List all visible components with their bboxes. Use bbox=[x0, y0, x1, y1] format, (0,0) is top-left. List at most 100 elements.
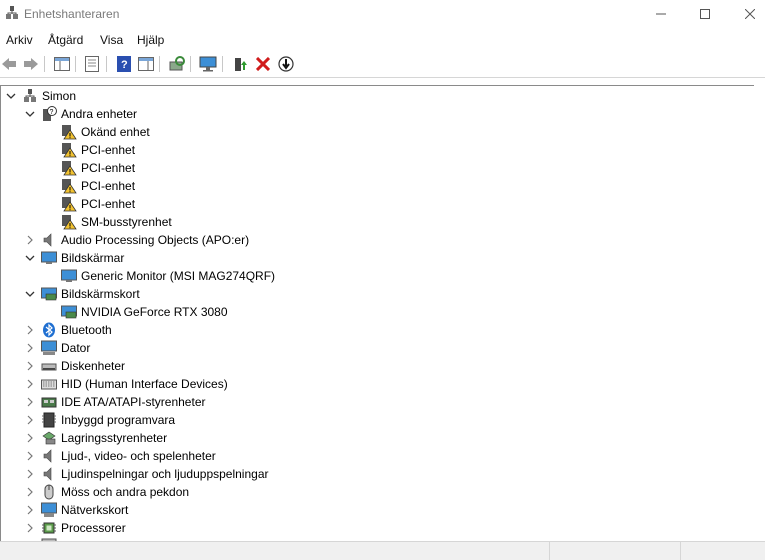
tree-node-label: HID (Human Interface Devices) bbox=[61, 377, 228, 391]
chevron-right-icon[interactable] bbox=[25, 321, 35, 339]
tree-leaf-label: Generic Monitor (MSI MAG274QRF) bbox=[81, 269, 276, 283]
tree-leaf-pci-enhet[interactable]: PCI-enhet bbox=[61, 159, 135, 177]
menu-visa[interactable]: Visa bbox=[100, 33, 123, 47]
chevron-right-icon[interactable] bbox=[25, 519, 35, 537]
hid-icon bbox=[41, 376, 57, 392]
disable-device-button[interactable] bbox=[277, 55, 295, 73]
tree-root[interactable]: Simon bbox=[6, 87, 76, 105]
action-pane-button[interactable] bbox=[137, 55, 155, 73]
device-tree[interactable]: Simon ? Andra enheter Okänd enhet PCI-en… bbox=[0, 85, 755, 541]
menu-atgard[interactable]: Åtgärd bbox=[48, 33, 83, 47]
chevron-down-icon[interactable] bbox=[25, 249, 35, 267]
tree-leaf-nvidia-geforce[interactable]: NVIDIA GeForce RTX 3080 bbox=[61, 303, 228, 321]
tree-leaf-pci-enhet[interactable]: PCI-enhet bbox=[61, 177, 135, 195]
tree-node-andra-enheter[interactable]: ? Andra enheter bbox=[25, 105, 137, 123]
speaker-icon bbox=[41, 466, 57, 482]
tree-leaf-sm-busstyrenhet[interactable]: SM-busstyrenhet bbox=[61, 213, 172, 231]
tree-node-label: Ljud-, video- och spelenheter bbox=[61, 449, 216, 463]
tree-node-ljud-video-spel[interactable]: Ljud-, video- och spelenheter bbox=[25, 447, 216, 465]
back-arrow-icon bbox=[2, 58, 16, 70]
tree-node-bildskarmskort[interactable]: Bildskärmskort bbox=[25, 285, 140, 303]
scan-hardware-button[interactable] bbox=[168, 55, 186, 73]
chevron-right-icon[interactable] bbox=[25, 357, 35, 375]
close-icon bbox=[745, 9, 755, 19]
tree-leaf-pci-enhet[interactable]: PCI-enhet bbox=[61, 195, 135, 213]
tree-leaf-pci-enhet[interactable]: PCI-enhet bbox=[61, 141, 135, 159]
minimize-button[interactable] bbox=[638, 0, 684, 28]
close-button[interactable] bbox=[727, 0, 765, 28]
chevron-down-icon[interactable] bbox=[6, 87, 16, 105]
console-tree-button[interactable] bbox=[53, 55, 71, 73]
tree-node-label: IDE ATA/ATAPI-styrenheter bbox=[61, 395, 206, 409]
tree-leaf-generic-monitor[interactable]: Generic Monitor (MSI MAG274QRF) bbox=[61, 267, 275, 285]
tree-node-label: Audio Processing Objects (APO:er) bbox=[61, 233, 250, 247]
tree-leaf-label: NVIDIA GeForce RTX 3080 bbox=[81, 305, 228, 319]
toolbar-separator bbox=[44, 56, 45, 72]
tree-node-bildskarmar[interactable]: Bildskärmar bbox=[25, 249, 124, 267]
toolbar-separator bbox=[159, 56, 160, 72]
svg-text:?: ? bbox=[50, 109, 54, 116]
chevron-right-icon[interactable] bbox=[25, 339, 35, 357]
unknown-device-icon: ? bbox=[41, 106, 57, 122]
warning-device-icon bbox=[61, 142, 77, 158]
disk-drive-icon bbox=[41, 358, 57, 374]
chevron-right-icon[interactable] bbox=[25, 429, 35, 447]
uninstall-device-button[interactable] bbox=[254, 55, 272, 73]
chevron-right-icon[interactable] bbox=[25, 375, 35, 393]
action-pane-icon bbox=[138, 57, 154, 71]
warning-device-icon bbox=[61, 124, 77, 140]
chevron-right-icon[interactable] bbox=[25, 411, 35, 429]
toolbar-separator bbox=[75, 56, 76, 72]
chevron-right-icon[interactable] bbox=[25, 393, 35, 411]
chevron-right-icon[interactable] bbox=[25, 447, 35, 465]
chevron-down-icon[interactable] bbox=[25, 105, 35, 123]
tree-node-label: Diskenheter bbox=[61, 359, 126, 373]
tree-node-label: Bildskärmskort bbox=[61, 287, 140, 301]
tree-node-processorer[interactable]: Processorer bbox=[25, 519, 126, 537]
chevron-right-icon[interactable] bbox=[25, 231, 35, 249]
tree-node-lagringsstyrenheter[interactable]: Lagringsstyrenheter bbox=[25, 429, 167, 447]
tree-node-bluetooth[interactable]: Bluetooth bbox=[25, 321, 112, 339]
maximize-icon bbox=[700, 9, 710, 19]
tree-node-label: Bildskärmar bbox=[61, 251, 125, 265]
menu-hjalp[interactable]: Hjälp bbox=[137, 33, 164, 47]
toolbar-separator bbox=[222, 56, 223, 72]
window-title: Enhetshanteraren bbox=[24, 7, 120, 21]
update-driver-button[interactable] bbox=[231, 55, 249, 73]
device-manager-app-icon bbox=[5, 6, 19, 20]
tree-node-diskenheter[interactable]: Diskenheter bbox=[25, 357, 125, 375]
vertical-scrollbar[interactable] bbox=[754, 85, 765, 540]
tree-leaf-label: Okänd enhet bbox=[81, 125, 150, 139]
forward-button[interactable] bbox=[22, 55, 40, 73]
tree-node-natverkskort[interactable]: Nätverkskort bbox=[25, 501, 128, 519]
chevron-right-icon[interactable] bbox=[25, 465, 35, 483]
tree-node-ljudinspelningar[interactable]: Ljudinspelningar och ljuduppspelningar bbox=[25, 465, 269, 483]
chevron-down-icon[interactable] bbox=[25, 285, 35, 303]
properties-button[interactable] bbox=[83, 55, 101, 73]
tree-leaf-label: SM-busstyrenhet bbox=[81, 215, 172, 229]
warning-device-icon bbox=[61, 214, 77, 230]
display-adapter-icon bbox=[61, 304, 77, 320]
tree-node-inbyggd-programvara[interactable]: Inbyggd programvara bbox=[25, 411, 175, 429]
monitor-icon bbox=[41, 250, 57, 266]
tree-leaf-label: PCI-enhet bbox=[81, 161, 136, 175]
monitor-button[interactable] bbox=[199, 55, 217, 73]
monitor-icon bbox=[199, 56, 217, 72]
tree-node-dator[interactable]: Dator bbox=[25, 339, 90, 357]
svg-text:?: ? bbox=[121, 59, 128, 71]
tree-leaf-okand-enhet[interactable]: Okänd enhet bbox=[61, 123, 150, 141]
forward-arrow-icon bbox=[24, 58, 38, 70]
chevron-right-icon[interactable] bbox=[25, 501, 35, 519]
menu-arkiv[interactable]: Arkiv bbox=[6, 33, 33, 47]
computer-root-icon bbox=[22, 88, 38, 104]
update-driver-icon bbox=[235, 58, 247, 71]
maximize-button[interactable] bbox=[682, 0, 728, 28]
tree-node-hid[interactable]: HID (Human Interface Devices) bbox=[25, 375, 228, 393]
tree-node-audio-processing-objects[interactable]: Audio Processing Objects (APO:er) bbox=[25, 231, 249, 249]
ide-controller-icon bbox=[41, 394, 57, 410]
tree-node-moss[interactable]: Möss och andra pekdon bbox=[25, 483, 189, 501]
tree-node-ide-ata[interactable]: IDE ATA/ATAPI-styrenheter bbox=[25, 393, 206, 411]
help-button[interactable]: ? bbox=[115, 55, 133, 73]
chevron-right-icon[interactable] bbox=[25, 483, 35, 501]
back-button[interactable] bbox=[0, 55, 18, 73]
